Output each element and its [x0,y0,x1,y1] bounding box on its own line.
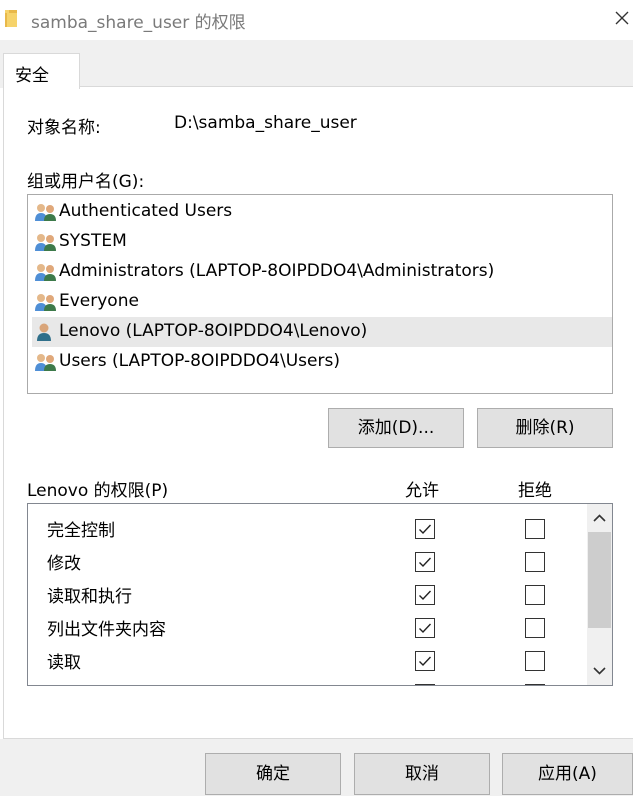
allow-checkbox[interactable] [415,618,435,638]
object-name-value: D:\samba_share_user [174,113,357,133]
single-user-icon [37,323,51,341]
permission-row-list-folder: 列出文件夹内容 [28,607,586,640]
permissions-label: Lenovo 的权限(P) [27,481,169,501]
deny-checkbox[interactable] [525,684,545,685]
add-button[interactable]: 添加(D)... [328,408,464,448]
list-item-label: Authenticated Users [59,201,233,221]
ok-button[interactable]: 确定 [205,753,341,795]
groups-label: 组或用户名(G): [27,172,145,192]
checkmark-icon [419,623,432,634]
permission-row-modify: 修改 [28,541,586,574]
checkmark-icon [419,656,432,667]
allow-checkbox[interactable] [415,684,435,685]
list-item-system[interactable]: SYSTEM [32,227,612,257]
checkmark-icon [419,524,432,535]
checkmark-icon [419,557,432,568]
allow-checkbox[interactable] [415,552,435,572]
object-name-label: 对象名称: [27,118,101,138]
chevron-down-icon[interactable] [587,657,612,685]
permission-name: 读取和执行 [47,587,132,607]
list-item-label: Administrators (LAPTOP-8OIPDDO4\Administ… [59,261,495,281]
tab-strip: 安全 [0,40,633,89]
chevron-up-icon[interactable] [587,504,612,532]
cancel-button[interactable]: 取消 [354,753,490,795]
list-item-everyone[interactable]: Everyone [32,287,612,317]
deny-checkbox[interactable] [525,585,545,605]
allow-checkbox[interactable] [415,519,435,539]
close-icon[interactable] [612,8,632,28]
permission-name: 完全控制 [47,521,115,541]
group-users-icon [35,204,56,221]
allow-checkbox[interactable] [415,651,435,671]
permission-row-full-control: 完全控制 [28,508,586,541]
permission-name: 读取 [47,653,81,673]
deny-checkbox[interactable] [525,552,545,572]
allow-checkbox[interactable] [415,585,435,605]
tab-security-label: 安全 [15,66,49,86]
allow-column-header: 允许 [405,481,439,501]
groups-list[interactable]: Authenticated Users SYSTEM Administrator… [27,194,613,394]
permission-row-read-execute: 读取和执行 [28,574,586,607]
group-users-icon [35,264,56,281]
list-item-label: Lenovo (LAPTOP-8OIPDDO4\Lenovo) [59,321,368,341]
deny-column-header: 拒绝 [518,481,552,501]
permissions-list[interactable]: 完全控制 修改 读取和执行 列出文件夹内容 读取 写入 [27,503,613,686]
list-item-authenticated-users[interactable]: Authenticated Users [32,197,612,227]
remove-button[interactable]: 删除(R) [477,408,613,448]
list-item-label: Users (LAPTOP-8OIPDDO4\Users) [59,351,340,371]
deny-checkbox[interactable] [525,519,545,539]
permission-name: 修改 [47,554,81,574]
list-item-administrators[interactable]: Administrators (LAPTOP-8OIPDDO4\Administ… [32,257,612,287]
list-item-label: SYSTEM [59,231,127,251]
deny-checkbox[interactable] [525,618,545,638]
tab-security[interactable]: 安全 [3,53,80,89]
list-item-users[interactable]: Users (LAPTOP-8OIPDDO4\Users) [32,347,612,377]
list-item-lenovo[interactable]: Lenovo (LAPTOP-8OIPDDO4\Lenovo) [32,317,612,347]
permissions-scrollbar[interactable] [587,504,612,685]
group-users-icon [35,294,56,311]
group-users-icon [35,354,56,371]
permission-row-read: 读取 [28,640,586,673]
apply-button[interactable]: 应用(A) [502,753,633,795]
checkmark-icon [419,590,432,601]
folder-icon [5,10,17,27]
scrollbar-thumb[interactable] [588,532,611,628]
permission-name: 写入 [47,681,81,685]
group-users-icon [35,234,56,251]
list-item-label: Everyone [59,291,139,311]
deny-checkbox[interactable] [525,651,545,671]
permission-name: 列出文件夹内容 [47,620,166,640]
permission-row-write: 写入 [28,673,586,685]
title-bar: samba_share_user 的权限 [0,0,633,40]
window-title: samba_share_user 的权限 [31,13,246,33]
